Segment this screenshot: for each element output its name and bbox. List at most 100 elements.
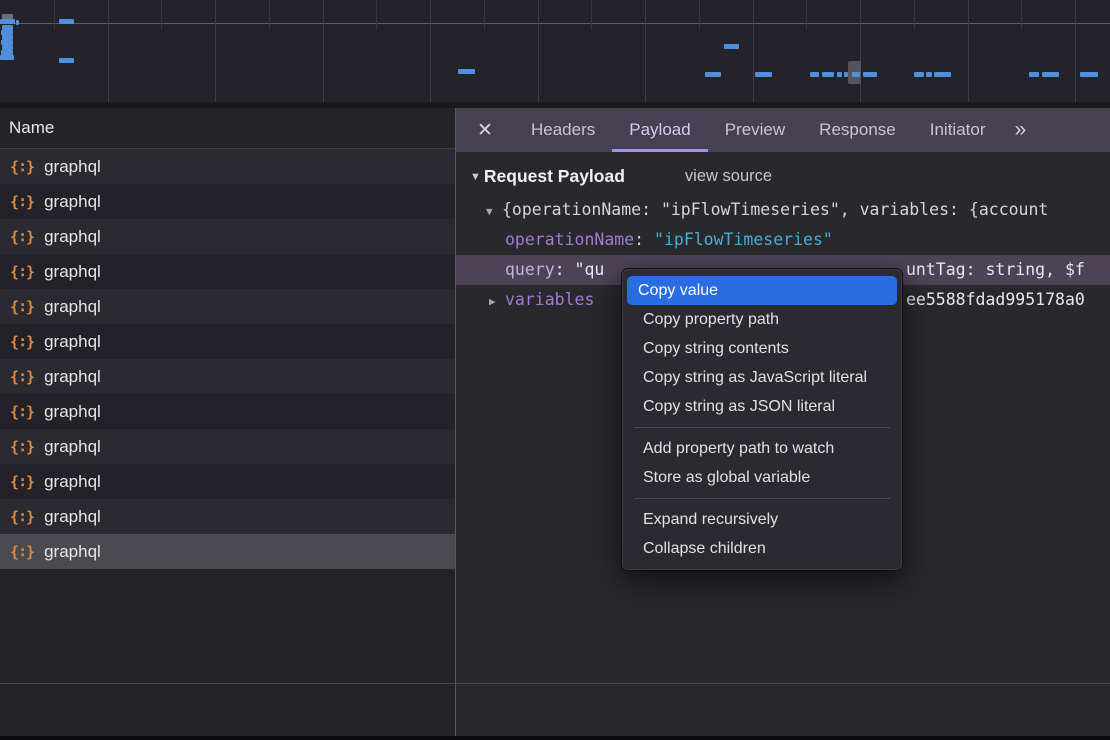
overflow-tabs-icon[interactable]: » (1014, 108, 1024, 152)
waterfall-bar (844, 72, 848, 77)
property-key: query (505, 260, 555, 279)
menu-item-store-as-global-variable[interactable]: Store as global variable (627, 463, 897, 492)
overview-gridline (215, 0, 216, 102)
context-menu: Copy valueCopy property pathCopy string … (621, 268, 903, 571)
json-icon: {∶} (10, 298, 34, 316)
overview-gridline (1075, 0, 1076, 102)
property-value-right-fragment: untTag: string, $f (906, 255, 1085, 285)
overview-gridline (860, 0, 861, 102)
json-icon: {∶} (10, 473, 34, 491)
waterfall-bar (1080, 72, 1098, 77)
waterfall-bar (755, 72, 772, 77)
overview-gridline-minor (376, 0, 377, 30)
waterfall-bar (926, 72, 932, 77)
overview-gridline (645, 0, 646, 102)
network-overview-timeline[interactable] (0, 0, 1110, 102)
waterfall-bar (822, 72, 834, 77)
request-name-label: graphql (44, 437, 101, 457)
menu-separator (634, 498, 890, 499)
overview-gridline (968, 0, 969, 102)
overview-gridline-minor (484, 0, 485, 30)
key-separator: : (634, 230, 654, 249)
json-icon: {∶} (10, 508, 34, 526)
menu-item-add-property-path-to-watch[interactable]: Add property path to watch (627, 434, 897, 463)
overview-gridline-minor (54, 0, 55, 30)
request-name-label: graphql (44, 262, 101, 282)
waterfall-bar (810, 72, 819, 77)
tree-row-operation-name[interactable]: operationName: "ipFlowTimeseries" (456, 225, 1110, 255)
waterfall-bar (724, 44, 739, 49)
waterfall-bar (1029, 72, 1039, 77)
overview-gridline (108, 0, 109, 102)
network-request-row[interactable]: {∶}graphql (0, 394, 455, 429)
tab-payload[interactable]: Payload (612, 108, 707, 152)
json-icon: {∶} (10, 158, 34, 176)
tab-initiator[interactable]: Initiator (913, 108, 1003, 152)
waterfall-bar (59, 58, 74, 63)
request-payload-section-header[interactable]: ▼ Request Payload view source (470, 166, 1110, 187)
json-icon: {∶} (10, 263, 34, 281)
network-request-row[interactable]: {∶} graphql (0, 254, 455, 289)
property-value-left-fragment: "qu (575, 260, 605, 279)
network-request-row[interactable]: {∶} graphql (0, 464, 455, 499)
network-request-row[interactable]: {∶} graphql (0, 324, 455, 359)
network-request-row[interactable]: {∶} graphql (0, 359, 455, 394)
request-list-panel: Name {∶} graphql {∶} graphql {∶} graphql {∶} gr… (0, 108, 456, 740)
overview-gridline-minor (699, 0, 700, 30)
section-collapse-icon[interactable]: ▼ (470, 171, 481, 183)
close-icon[interactable]: ✕ (456, 108, 514, 152)
tab-preview[interactable]: Preview (708, 108, 802, 152)
property-key: variables (505, 290, 594, 309)
waterfall-bar (0, 19, 15, 24)
menu-item-expand-recursively[interactable]: Expand recursively (627, 505, 897, 534)
network-request-row[interactable]: {∶}graphql (0, 289, 455, 324)
network-request-row[interactable]: {∶} graphql (0, 219, 455, 254)
request-name-label: graphql (44, 227, 101, 247)
network-request-row[interactable]: {∶}graphql (0, 534, 455, 569)
waterfall-bar (934, 72, 951, 77)
request-name-label: graphql (44, 192, 101, 212)
footer-separator (0, 683, 1110, 684)
waterfall-bar (914, 72, 924, 77)
expand-icon[interactable]: ▶ (489, 287, 505, 315)
menu-item-copy-string-as-json-literal[interactable]: Copy string as JSON literal (627, 392, 897, 421)
overview-gridline (753, 0, 754, 102)
expand-icon[interactable]: ▼ (486, 197, 502, 225)
network-request-row[interactable]: {∶}graphql (0, 184, 455, 219)
json-icon: {∶} (10, 368, 34, 386)
request-name-label: graphql (44, 367, 101, 387)
json-icon: {∶} (10, 333, 34, 351)
tab-response[interactable]: Response (802, 108, 913, 152)
json-icon: {∶} (10, 228, 34, 246)
devtools-network-panel: Name {∶} graphql {∶} graphql {∶} graphql {∶} gr… (0, 0, 1110, 740)
overview-gridline-minor (591, 0, 592, 30)
view-source-link[interactable]: view source (685, 167, 772, 186)
network-request-row[interactable]: {∶}graphql (0, 429, 455, 464)
detail-tabbar: ✕ HeadersPayloadPreviewResponseInitiator… (456, 108, 1110, 152)
menu-item-copy-property-path[interactable]: Copy property path (627, 305, 897, 334)
waterfall-bar (705, 72, 721, 77)
request-name-label: graphql (44, 332, 101, 352)
overview-gridline-minor (914, 0, 915, 30)
menu-item-copy-value[interactable]: Copy value (627, 276, 897, 305)
waterfall-bar (837, 72, 842, 77)
column-header-name[interactable]: Name (0, 108, 455, 149)
network-request-row[interactable]: {∶}graphql (0, 499, 455, 534)
tree-row-root[interactable]: ▼{operationName: "ipFlowTimeseries", var… (456, 195, 1110, 225)
tab-headers[interactable]: Headers (514, 108, 612, 152)
property-value: "ipFlowTimeseries" (654, 230, 833, 249)
overview-gridline-minor (269, 0, 270, 30)
request-name-label: graphql (44, 542, 101, 562)
window-bottom-edge (0, 736, 1110, 740)
menu-item-copy-string-as-javascript-literal[interactable]: Copy string as JavaScript literal (627, 363, 897, 392)
menu-item-collapse-children[interactable]: Collapse children (627, 534, 897, 563)
overview-gridline (538, 0, 539, 102)
column-header-label: Name (9, 118, 54, 138)
menu-item-copy-string-contents[interactable]: Copy string contents (627, 334, 897, 363)
request-name-label: graphql (44, 472, 101, 492)
waterfall-bar (458, 69, 475, 74)
network-request-row[interactable]: {∶}graphql (0, 149, 455, 184)
overview-gridline-minor (161, 0, 162, 30)
waterfall-bar (16, 20, 19, 25)
key-separator: : (555, 260, 575, 279)
